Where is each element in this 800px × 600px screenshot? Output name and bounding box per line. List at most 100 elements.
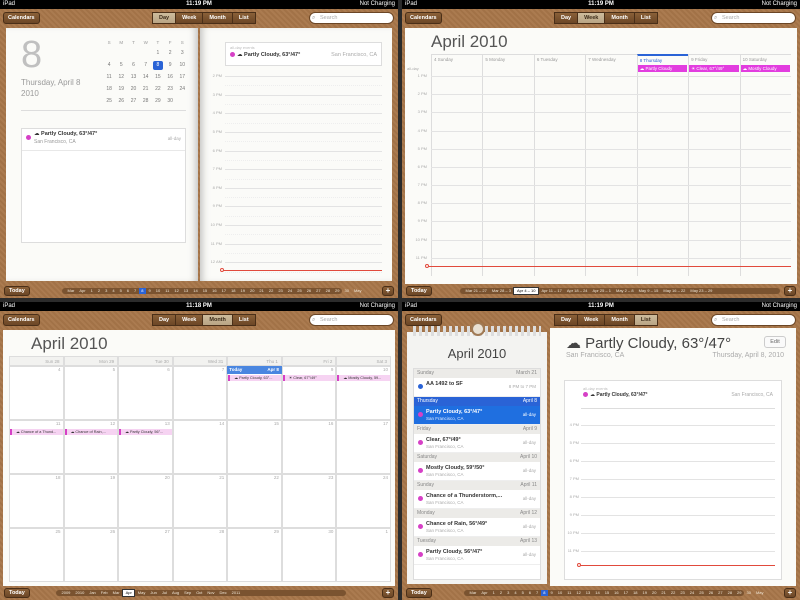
mini-day[interactable]: 24 xyxy=(177,85,187,94)
month-day-cell[interactable] xyxy=(63,366,119,420)
date-timeline[interactable]: Mar Apr 1 2 3 4 5 6 7 8 9 10 11 12 13 14 15 16 17 18 19 20 21 2… xyxy=(464,590,764,596)
all-day-event[interactable]: ☁ Partly Cloudy xyxy=(637,65,688,72)
timeline-item[interactable]: Apr 4 – 10 xyxy=(513,287,539,295)
timeline-item[interactable]: Oct xyxy=(194,590,205,596)
timeline-item[interactable]: 15 xyxy=(200,288,209,294)
detail-hour-grid[interactable]: 4 PM 5 PM 6 PM 7 PM 8 PM 9 PM 10 PM 11 PM xyxy=(567,422,775,575)
timeline-item[interactable]: 10 xyxy=(153,288,162,294)
timeline-item[interactable]: 20 xyxy=(649,590,658,596)
month-day-cell[interactable] xyxy=(118,474,173,528)
month-day-cell[interactable] xyxy=(172,420,228,474)
mini-day[interactable]: 14 xyxy=(141,73,151,82)
timeline-item[interactable]: 28 xyxy=(725,590,734,596)
timeline-item[interactable]: 4 xyxy=(512,590,519,596)
timeline-item[interactable]: 17 xyxy=(621,590,630,596)
search-input[interactable]: Search xyxy=(309,314,394,326)
search-input[interactable]: Search xyxy=(711,12,796,24)
mini-day[interactable]: 29 xyxy=(153,97,163,106)
timeline-item[interactable]: 10 xyxy=(555,590,564,596)
timeline-item[interactable]: Apr 25 – 1 xyxy=(590,288,613,294)
timeline-item[interactable]: 19 xyxy=(640,590,649,596)
month-event[interactable]: ☁ Partly Cloudy, 63°... xyxy=(228,375,281,381)
day-column-header[interactable]: 7 Wednesday xyxy=(585,54,637,64)
timeline-item[interactable]: 23 xyxy=(678,590,687,596)
today-button[interactable]: Today xyxy=(4,286,30,296)
mini-day[interactable]: 10 xyxy=(177,61,187,70)
mini-day[interactable]: 6 xyxy=(128,61,138,70)
timeline-item[interactable]: 8 xyxy=(138,288,146,294)
timeline-item[interactable]: 2 xyxy=(95,288,102,294)
tab-week[interactable]: Week xyxy=(577,314,606,326)
tab-list[interactable]: List xyxy=(633,12,658,24)
month-timeline[interactable]: 2009 2010 Jan Feb Mar Apr May Jun Jul Aug Sep Oct No… xyxy=(56,589,346,597)
month-day-cell[interactable] xyxy=(281,474,337,528)
tab-week[interactable]: Week xyxy=(175,12,204,24)
month-day-cell[interactable] xyxy=(336,528,391,582)
all-day-event[interactable]: ☁ Partly Cloudy, 63°/47° San Francisco, C… xyxy=(226,52,381,58)
timeline-item[interactable]: 27 xyxy=(716,590,725,596)
timeline-item[interactable]: Jun xyxy=(148,590,159,596)
search-input[interactable]: Search xyxy=(711,314,796,326)
mini-day[interactable]: 11 xyxy=(104,73,114,82)
mini-day[interactable]: 7 xyxy=(141,61,151,70)
mini-day[interactable]: 17 xyxy=(177,73,187,82)
timeline-item[interactable]: 7 xyxy=(132,288,139,294)
month-event[interactable]: ☁ Mostly Cloudy, 59... xyxy=(337,375,390,381)
timeline-item[interactable]: 18 xyxy=(229,288,238,294)
edit-button[interactable]: Edit xyxy=(764,336,786,348)
all-day-event[interactable]: ☁ Partly Cloudy, 63°/47° San Francisco, C… xyxy=(581,392,775,398)
timeline-item[interactable]: 6 xyxy=(526,590,533,596)
timeline-item[interactable]: 14 xyxy=(191,288,200,294)
timeline-item[interactable]: 25 xyxy=(295,288,304,294)
timeline-item[interactable]: Apr xyxy=(122,589,136,597)
mini-day[interactable]: 30 xyxy=(165,97,175,106)
timeline-item[interactable]: 30 xyxy=(744,590,753,596)
timeline-item[interactable]: 26 xyxy=(304,288,313,294)
timeline-item[interactable]: Mar xyxy=(110,590,122,596)
month-day-cell[interactable] xyxy=(227,528,282,582)
mini-day[interactable]: 20 xyxy=(128,85,138,94)
mini-day[interactable]: 19 xyxy=(116,85,126,94)
timeline-item[interactable]: 15 xyxy=(602,590,611,596)
timeline-item[interactable]: May 23 – 29 xyxy=(688,288,715,294)
timeline-item[interactable]: 30 xyxy=(342,288,351,294)
mini-day[interactable]: 28 xyxy=(141,97,151,106)
hour-grid[interactable]: 2 PM 3 PM 4 PM 5 PM 6 PM 7 PM 8 PM 9 PM 10 PM 11 … xyxy=(210,70,382,275)
calendars-button[interactable]: Calendars xyxy=(405,314,442,326)
timeline-item[interactable]: 8 xyxy=(540,590,548,596)
timeline-item[interactable]: Apr xyxy=(77,288,88,294)
day-column-header[interactable]: 5 Monday xyxy=(482,54,534,64)
month-day-cell[interactable] xyxy=(63,474,119,528)
timeline-item[interactable]: 24 xyxy=(285,288,294,294)
tab-day[interactable]: Day xyxy=(554,12,579,24)
month-event[interactable]: ☁ Chance of Rain,... xyxy=(64,429,118,435)
tab-month[interactable]: Month xyxy=(202,314,233,326)
timeline-item[interactable]: 29 xyxy=(333,288,342,294)
timeline-item[interactable]: Mar 28 – 3 xyxy=(489,288,513,294)
mini-day[interactable]: 18 xyxy=(104,85,114,94)
mini-day[interactable]: 23 xyxy=(165,85,175,94)
timeline-item[interactable]: 21 xyxy=(257,288,266,294)
tab-month[interactable]: Month xyxy=(604,12,635,24)
add-event-button[interactable]: + xyxy=(784,588,796,598)
month-day-cell[interactable] xyxy=(9,474,64,528)
mini-day[interactable]: 12 xyxy=(116,73,126,82)
mini-day[interactable]: 4 xyxy=(104,61,114,70)
timeline-item[interactable]: 26 xyxy=(706,590,715,596)
today-button[interactable]: Today xyxy=(406,286,432,296)
month-event[interactable]: ☁ Partly Cloudy, 56°... xyxy=(119,429,172,435)
timeline-item[interactable]: 22 xyxy=(266,288,275,294)
timeline-item[interactable]: Mar 21 – 27 xyxy=(463,288,489,294)
add-event-button[interactable]: + xyxy=(382,588,394,598)
timeline-item[interactable]: 16 xyxy=(210,288,219,294)
timeline-item[interactable]: Feb xyxy=(98,590,110,596)
timeline-item[interactable]: 19 xyxy=(238,288,247,294)
add-event-button[interactable]: + xyxy=(382,286,394,296)
all-day-event[interactable]: ☀ Clear, 67°/49° xyxy=(689,65,739,72)
tab-month[interactable]: Month xyxy=(202,12,233,24)
month-day-cell[interactable] xyxy=(336,474,391,528)
mini-day[interactable]: 21 xyxy=(141,85,151,94)
timeline-item[interactable]: 9 xyxy=(548,590,555,596)
timeline-item[interactable]: Mar xyxy=(467,590,479,596)
month-event[interactable]: ☀ Clear, 67°/49° xyxy=(282,375,336,381)
